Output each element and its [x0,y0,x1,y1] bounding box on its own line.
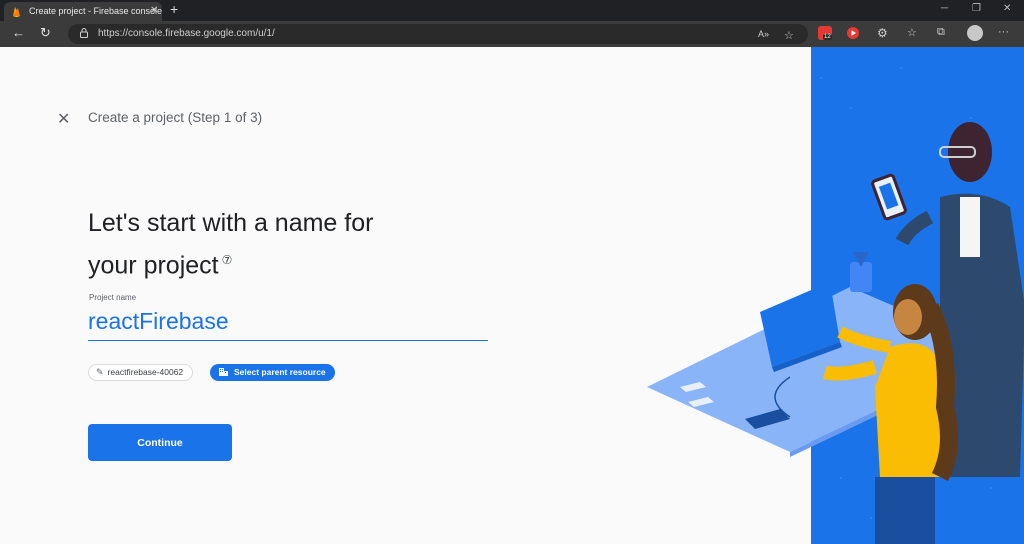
more-menu-icon[interactable]: ··· [998,26,1009,38]
browser-window: Create project - Firebase console ✕ + ─ … [0,0,1024,544]
minimize-icon[interactable]: ─ [941,3,948,14]
close-icon[interactable]: ✕ [57,109,70,129]
firebase-favicon-icon [13,7,20,17]
browser-tab[interactable]: Create project - Firebase console ✕ [4,2,162,21]
page-headline: Let's start with a name for your project… [88,205,418,284]
parent-button-label: Select parent resource [234,367,326,377]
headline-text: Let's start with a name for your project [88,209,374,280]
browser-toolbar: ← ↻ https://console.firebase.google.com/… [0,21,1024,47]
extension-adblock-icon[interactable]: 12 [818,26,832,40]
illustration [647,47,1024,544]
step-title: Create a project (Step 1 of 3) [88,110,263,125]
create-project-page: ✕ Create a project (Step 1 of 3) Let's s… [0,47,1024,544]
refresh-icon[interactable]: ↻ [40,25,51,41]
lock-icon [80,28,88,38]
new-tab-icon[interactable]: + [170,1,178,17]
window-close-icon[interactable]: ✕ [1003,3,1011,14]
favorite-add-icon[interactable]: ☆ [784,29,794,42]
url-text[interactable]: https://console.firebase.google.com/u/1/ [98,28,275,39]
address-bar[interactable]: https://console.firebase.google.com/u/1/… [68,24,808,44]
restore-icon[interactable]: ❐ [972,3,981,14]
extensions-puzzle-icon[interactable]: ⚙ [877,26,888,40]
back-icon[interactable]: ← [12,25,25,40]
help-icon[interactable]: ⑦ [222,253,233,267]
building-icon [219,368,228,376]
read-aloud-icon[interactable]: A» [758,29,769,39]
select-parent-resource-button[interactable]: Select parent resource [210,364,335,381]
pencil-icon: ✎ [96,367,104,377]
extension-play-icon[interactable] [846,26,860,40]
tab-title: Create project - Firebase console [29,6,163,16]
continue-button[interactable]: Continue [88,424,232,461]
project-name-input[interactable] [88,303,488,341]
project-id-chip[interactable]: ✎ reactfirebase-40062 [88,364,194,381]
favorites-icon[interactable]: ☆ [907,26,917,39]
extension-badge: 12 [823,34,832,40]
tab-strip: Create project - Firebase console ✕ + ─ … [0,0,1024,21]
collections-icon[interactable]: ⧉ [937,26,945,39]
project-name-label: Project name [89,293,137,302]
project-id-text: reactfirebase-40062 [107,367,184,377]
profile-avatar[interactable] [967,25,983,41]
tab-close-icon[interactable]: ✕ [150,5,158,16]
